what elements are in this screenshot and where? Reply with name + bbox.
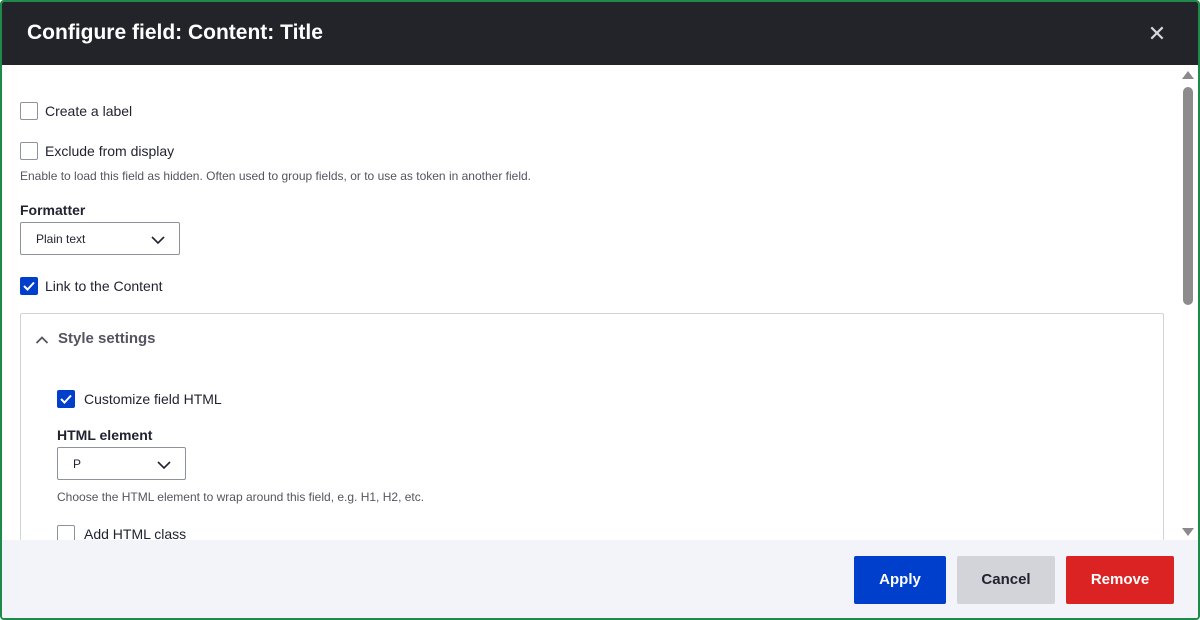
chevron-up-icon <box>35 332 49 350</box>
html-element-select-value: P <box>73 457 82 471</box>
dialog-body: Create a label Exclude from display Enab… <box>2 65 1198 540</box>
dialog-footer: Apply Cancel Remove <box>2 540 1198 618</box>
scroll-up-arrow-icon[interactable] <box>1182 71 1194 79</box>
formatter-label: Formatter <box>20 202 86 218</box>
create-label-checkbox[interactable] <box>20 102 38 120</box>
create-label-label: Create a label <box>45 103 133 119</box>
formatter-select-value: Plain text <box>36 232 86 246</box>
dialog-titlebar: Configure field: Content: Title ✕ <box>2 2 1198 65</box>
link-content-checkbox[interactable] <box>20 277 38 295</box>
scroll-down-arrow-icon[interactable] <box>1182 528 1194 536</box>
style-settings-details: Style settings Customize field HTML HTML… <box>20 313 1164 540</box>
add-html-class-label: Add HTML class <box>84 526 187 540</box>
configure-field-dialog: Configure field: Content: Title ✕ Create… <box>0 0 1200 620</box>
html-element-description: Choose the HTML element to wrap around t… <box>57 490 425 504</box>
html-element-label: HTML element <box>57 427 153 443</box>
formatter-select[interactable]: Plain text <box>20 222 180 255</box>
chevron-down-icon <box>156 458 172 476</box>
remove-button[interactable]: Remove <box>1066 556 1174 604</box>
apply-button[interactable]: Apply <box>854 556 946 604</box>
exclude-display-description: Enable to load this field as hidden. Oft… <box>20 169 531 183</box>
checkmark-icon <box>23 281 35 291</box>
cancel-button[interactable]: Cancel <box>957 556 1055 604</box>
exclude-display-checkbox[interactable] <box>20 142 38 160</box>
checkmark-icon <box>60 394 72 404</box>
scrollbar-thumb[interactable] <box>1183 87 1193 305</box>
style-settings-title: Style settings <box>58 330 156 347</box>
dialog-title: Configure field: Content: Title <box>27 21 323 44</box>
html-element-select[interactable]: P <box>57 447 186 480</box>
chevron-down-icon <box>150 233 166 251</box>
close-icon[interactable]: ✕ <box>1143 20 1171 48</box>
add-html-class-checkbox[interactable] <box>57 525 75 540</box>
customize-html-checkbox[interactable] <box>57 390 75 408</box>
style-settings-summary[interactable]: Style settings <box>21 314 1163 364</box>
scrollbar[interactable] <box>1178 65 1198 540</box>
customize-html-label: Customize field HTML <box>84 391 222 407</box>
exclude-display-label: Exclude from display <box>45 143 175 159</box>
link-content-label: Link to the Content <box>45 278 163 294</box>
